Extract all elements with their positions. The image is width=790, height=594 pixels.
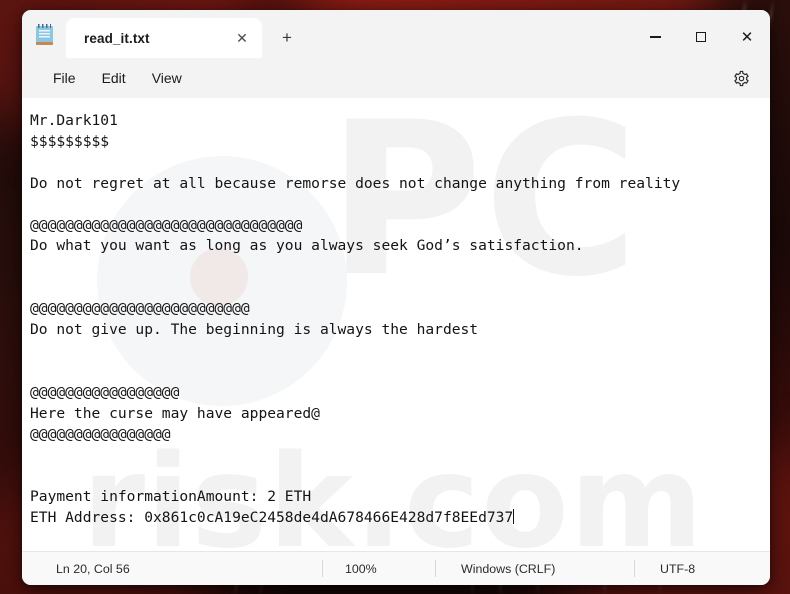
statusbar: Ln 20, Col 56 100% Windows (CRLF) UTF-8 xyxy=(22,551,770,585)
notepad-icon xyxy=(22,10,66,58)
editor-text-body: Mr.Dark101 $$$$$$$$$ Do not regret at al… xyxy=(30,112,681,527)
close-window-button[interactable]: ✕ xyxy=(724,16,770,58)
menu-edit[interactable]: Edit xyxy=(89,65,139,92)
close-tab-icon[interactable]: ✕ xyxy=(228,24,256,52)
minimize-button[interactable] xyxy=(632,16,678,58)
tab-read-it-txt[interactable]: read_it.txt ✕ xyxy=(66,18,262,58)
status-line-ending[interactable]: Windows (CRLF) xyxy=(436,559,634,579)
text-editor-area[interactable]: PC risk.com Mr.Dark101 $$$$$$$$$ Do not … xyxy=(22,98,770,551)
menu-file[interactable]: File xyxy=(40,65,89,92)
status-encoding[interactable]: UTF-8 xyxy=(635,559,709,579)
text-caret xyxy=(513,509,515,525)
menubar: File Edit View xyxy=(22,58,770,98)
menu-view[interactable]: View xyxy=(139,65,195,92)
status-zoom[interactable]: 100% xyxy=(323,559,435,579)
tab-title: read_it.txt xyxy=(84,30,150,46)
titlebar-drag-region[interactable] xyxy=(304,10,632,58)
new-tab-icon[interactable]: + xyxy=(270,21,304,55)
gear-icon[interactable] xyxy=(724,63,758,93)
maximize-button[interactable] xyxy=(678,16,724,58)
notepad-window: read_it.txt ✕ + ✕ File Edit View PC risk… xyxy=(22,10,770,585)
desktop-background: read_it.txt ✕ + ✕ File Edit View PC risk… xyxy=(0,0,790,594)
titlebar[interactable]: read_it.txt ✕ + ✕ xyxy=(22,10,770,58)
status-line-column[interactable]: Ln 20, Col 56 xyxy=(22,559,322,579)
window-controls: ✕ xyxy=(632,16,770,58)
editor-content[interactable]: Mr.Dark101 $$$$$$$$$ Do not regret at al… xyxy=(22,98,770,539)
